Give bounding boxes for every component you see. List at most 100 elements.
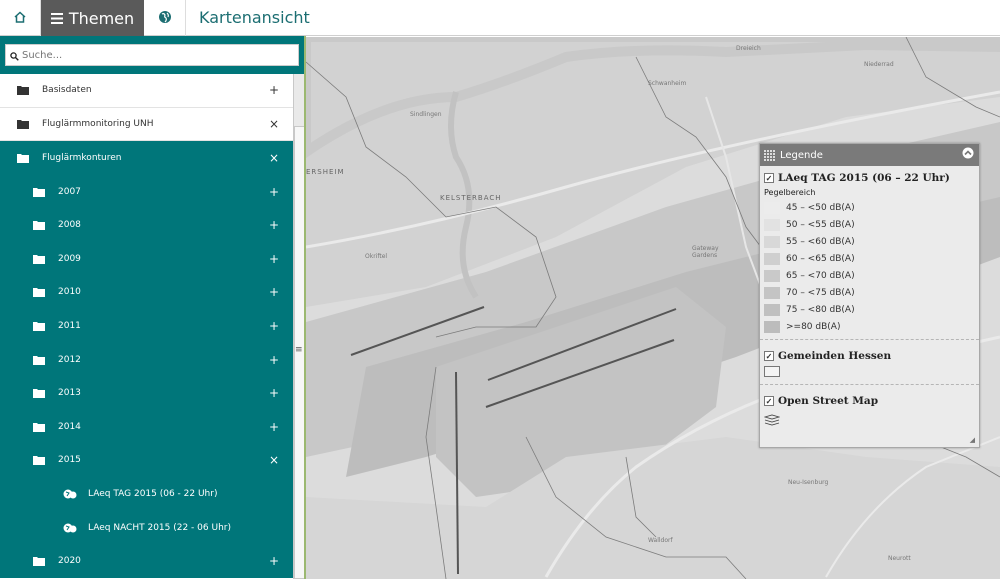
tree-item[interactable]: Fluglärmkonturen ×: [0, 141, 293, 175]
tree-item[interactable]: 2013 +: [0, 376, 293, 410]
folder-icon: [17, 119, 29, 129]
collapse-icon[interactable]: ×: [269, 151, 279, 165]
legend-item-label: 45 – <50 dB(A): [786, 202, 855, 213]
expand-icon[interactable]: +: [269, 218, 279, 232]
globe-icon: [158, 9, 172, 28]
sidebar: Basisdaten+Fluglärmmonitoring UNH×Fluglä…: [0, 36, 306, 579]
layer-checkbox[interactable]: ✓: [764, 396, 774, 406]
map-label: Schwanheim: [648, 80, 687, 87]
legend-subtitle: Pegelbereich: [764, 188, 816, 197]
tree-item[interactable]: LAeq NACHT 2015 (22 - 06 Uhr): [0, 510, 293, 545]
collapse-icon[interactable]: [962, 147, 974, 162]
search-box[interactable]: [5, 44, 299, 66]
map-label: Niederrad: [864, 61, 894, 68]
tree-item-label: Basisdaten: [42, 85, 92, 96]
tree-item-label: Fluglärmkonturen: [42, 152, 122, 163]
tree-item-label: LAeq NACHT 2015 (22 - 06 Uhr): [88, 522, 231, 533]
folder-icon: [17, 85, 29, 96]
resize-handle-icon[interactable]: ◢: [970, 436, 975, 444]
legend-swatch: [764, 303, 780, 316]
tree-item-label: 2014: [58, 421, 81, 432]
tree-item-label: 2010: [58, 287, 81, 298]
expand-icon[interactable]: +: [269, 386, 279, 400]
legend-swatch: [764, 252, 780, 265]
map-label: Neu-Isenburg: [788, 479, 829, 486]
tree-item-label: 2007: [58, 186, 81, 197]
expand-icon[interactable]: +: [269, 554, 279, 568]
tree-item[interactable]: 2012 +: [0, 342, 293, 377]
folder-icon: [33, 455, 45, 466]
page-title: Kartenansicht: [199, 8, 310, 27]
map-label: Okriftel: [365, 253, 388, 260]
tree-item[interactable]: 2015 ×: [0, 443, 293, 478]
map-label: Walldorf: [648, 537, 673, 544]
legend-item-label: 60 – <65 dB(A): [786, 253, 855, 264]
tree-item[interactable]: 2014 +: [0, 409, 293, 444]
folder-icon: [33, 355, 45, 365]
splitter-grip-icon[interactable]: ≡: [295, 345, 303, 355]
theme-tree: Basisdaten + Fluglärmmonitoring UNH × Fluglä…: [0, 74, 293, 579]
legend-swatch: [764, 218, 780, 231]
search-icon: [10, 46, 19, 65]
collapse-icon[interactable]: ×: [269, 453, 279, 467]
tree-item[interactable]: Basisdaten +: [0, 74, 293, 108]
expand-icon[interactable]: +: [269, 319, 279, 333]
legend-item-label: 75 – <80 dB(A): [786, 304, 855, 315]
tree-item[interactable]: 2020 +: [0, 544, 293, 578]
legend-swatch: [764, 269, 780, 282]
legend-section-gemeinden: ✓ Gemeinden Hessen: [760, 340, 979, 384]
expand-icon[interactable]: +: [269, 285, 279, 299]
grid-icon: [764, 149, 775, 161]
globe-button[interactable]: [144, 0, 186, 36]
themen-label: Themen: [68, 8, 135, 28]
themen-button[interactable]: Themen: [41, 0, 144, 36]
tree-item[interactable]: 2011 +: [0, 309, 293, 343]
legend-header[interactable]: Legende: [760, 144, 979, 166]
legend-item-label: 70 – <75 dB(A): [786, 287, 855, 298]
layer-checkbox[interactable]: ✓: [764, 351, 774, 361]
expand-icon[interactable]: +: [269, 353, 279, 367]
legend-layer-title: LAeq TAG 2015 (06 – 22 Uhr): [778, 172, 950, 184]
folder-icon: [33, 422, 45, 432]
layer-checkbox[interactable]: ✓: [764, 173, 774, 183]
legend-swatch: [764, 235, 780, 248]
tree-item[interactable]: 2007 +: [0, 174, 293, 209]
legend-layer-title: Gemeinden Hessen: [778, 350, 892, 362]
expand-icon[interactable]: +: [269, 83, 279, 97]
tree-item-label: 2020: [58, 556, 81, 567]
expand-icon[interactable]: +: [269, 252, 279, 266]
layers-icon: [763, 411, 975, 430]
tree-item[interactable]: 2008 +: [0, 208, 293, 242]
expand-icon[interactable]: +: [269, 420, 279, 434]
tree-item-label: 2013: [58, 388, 81, 399]
legend-item-label: 55 – <60 dB(A): [786, 236, 855, 247]
map-label: KELSTERBACH: [440, 194, 502, 202]
folder-icon: [33, 388, 45, 399]
legend-item: 60 – <65 dB(A): [764, 250, 975, 267]
map-label: Neurott: [888, 555, 911, 562]
tree-item-label: 2015: [58, 455, 81, 466]
legend-swatch: [764, 286, 780, 299]
search-bar: [0, 36, 306, 74]
home-button[interactable]: [0, 0, 41, 36]
tree-item[interactable]: LAeq TAG 2015 (06 - 22 Uhr): [0, 477, 293, 511]
folder-icon: [33, 556, 45, 567]
tree-item-label: LAeq TAG 2015 (06 - 22 Uhr): [88, 488, 218, 499]
map-label: ERSHEIM: [306, 168, 345, 176]
folder-icon: [33, 254, 45, 264]
collapse-icon[interactable]: ×: [269, 117, 279, 131]
top-bar: Themen Kartenansicht: [0, 0, 1000, 36]
search-input[interactable]: [22, 49, 282, 61]
tree-item[interactable]: 2010 +: [0, 275, 293, 310]
tree-item-label: 2009: [58, 253, 81, 264]
map-label: Dreieich: [736, 45, 761, 52]
tree-item[interactable]: 2009 +: [0, 241, 293, 276]
expand-icon[interactable]: +: [269, 185, 279, 199]
legend-item: 50 – <55 dB(A): [764, 216, 975, 233]
layer-icon: [63, 522, 77, 534]
legend-section-laeq: ✓ LAeq TAG 2015 (06 – 22 Uhr) Pegelberei…: [760, 166, 979, 339]
tree-item-label: 2011: [58, 320, 81, 331]
tree-item[interactable]: Fluglärmmonitoring UNH ×: [0, 107, 293, 142]
legend-title: Legende: [780, 149, 823, 161]
legend-item-label: 65 – <70 dB(A): [786, 270, 855, 281]
